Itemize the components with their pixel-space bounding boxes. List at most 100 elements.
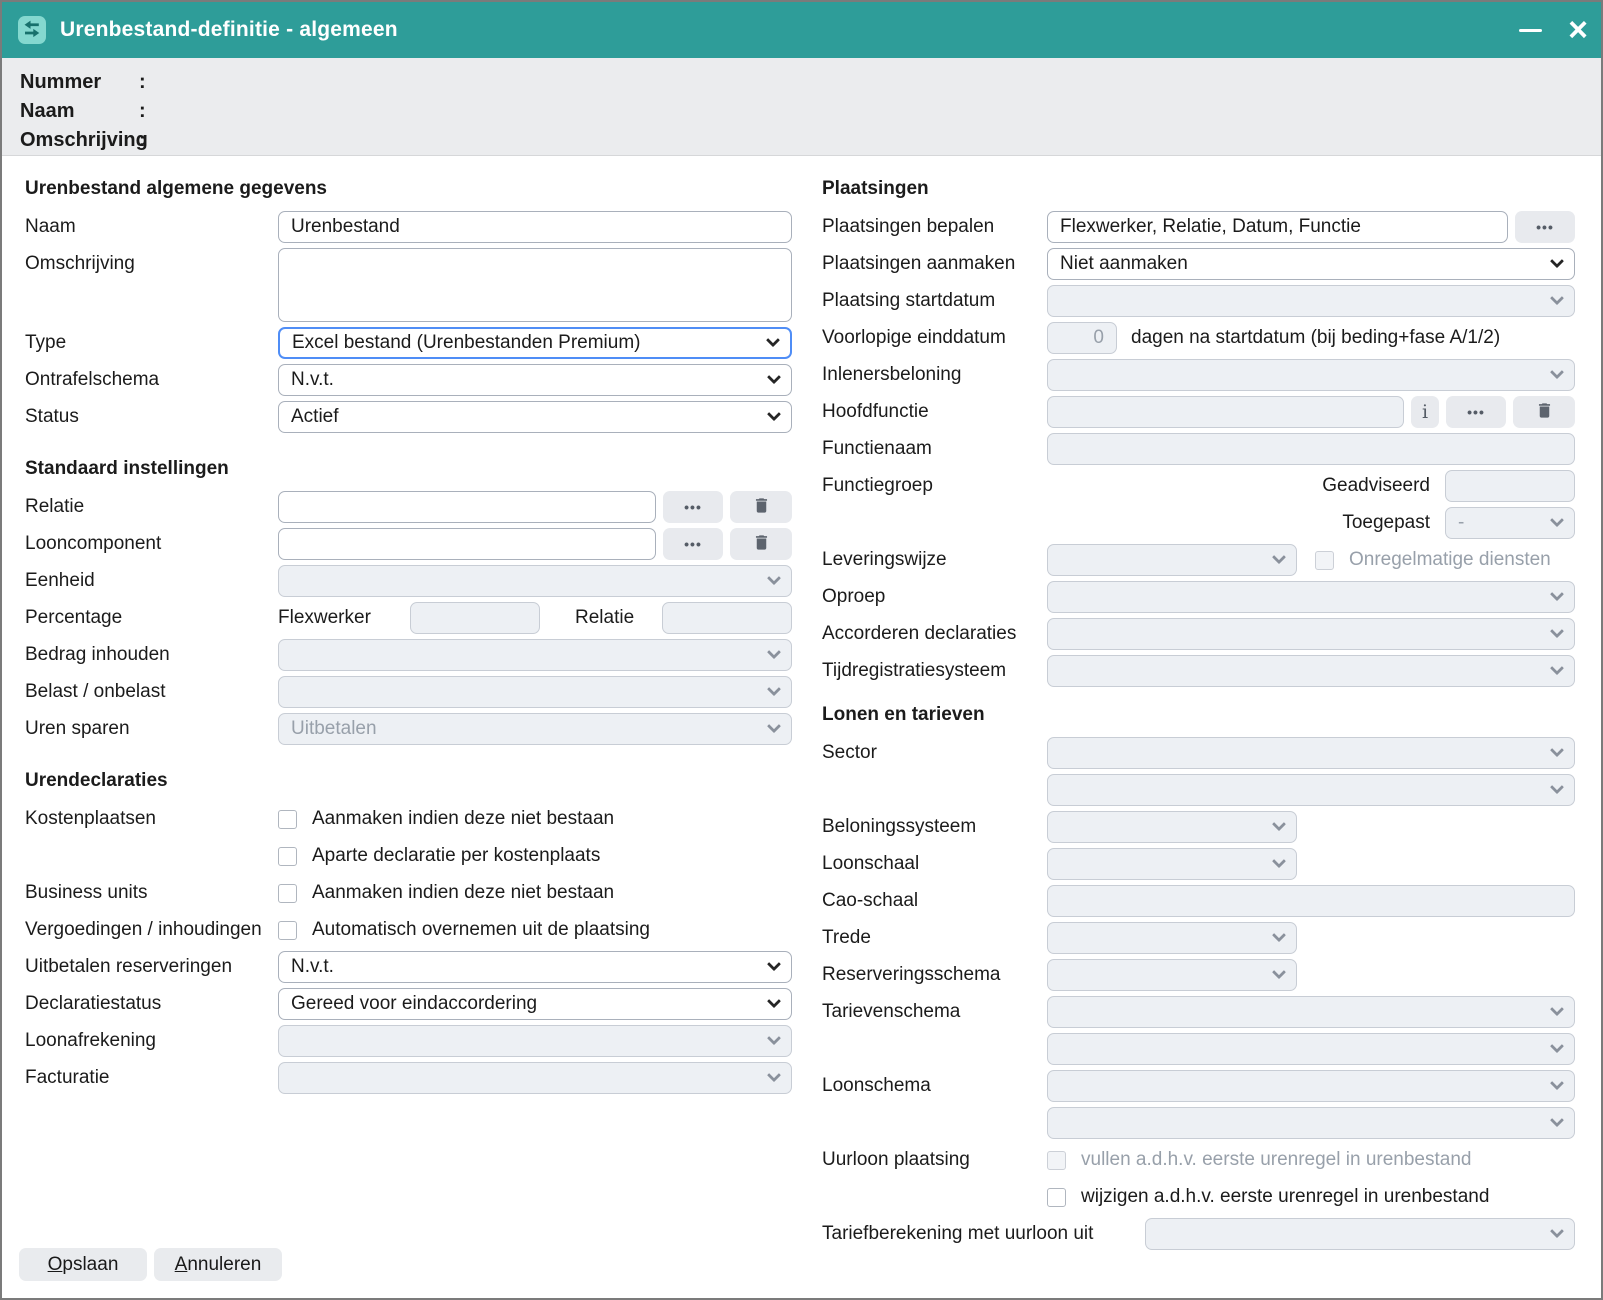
row-omschrijving: Omschrijving xyxy=(25,248,792,322)
looncomponent-input[interactable] xyxy=(278,528,656,560)
plaatsingen-bepalen-input[interactable] xyxy=(1047,211,1508,243)
chevron-down-icon xyxy=(767,994,781,1008)
row-hoofdfunctie: Hoofdfunctie i ••• xyxy=(822,396,1575,428)
leveringswijze-field-label: Leveringswijze xyxy=(822,549,1047,571)
row-percentage: Percentage Flexwerker Relatie xyxy=(25,602,792,634)
vergoedingen-field-label: Vergoedingen / inhoudingen xyxy=(25,919,278,941)
bedrag-inhouden-field-label: Bedrag inhouden xyxy=(25,644,278,666)
hoofdfunctie-info-button[interactable]: i xyxy=(1411,396,1439,428)
plaatsingen-aanmaken-select-value: Niet aanmaken xyxy=(1060,253,1188,275)
leveringswijze-select xyxy=(1047,544,1297,576)
uurloon-plaatsing-field-label: Uurloon plaatsing xyxy=(822,1149,1047,1171)
toegepast-select: - xyxy=(1445,507,1575,539)
chevron-down-icon xyxy=(767,957,781,971)
onregelmatige-diensten-checkbox xyxy=(1315,551,1334,570)
window-title: Urenbestand-definitie - algemeen xyxy=(60,18,1513,42)
minimize-icon xyxy=(1519,29,1542,32)
declaratiestatus-select[interactable]: Gereed voor eindaccordering xyxy=(278,988,792,1020)
close-button[interactable]: × xyxy=(1547,12,1581,48)
plaatsingen-aanmaken-select[interactable]: Niet aanmaken xyxy=(1047,248,1575,280)
tariefberekening-select xyxy=(1145,1218,1575,1250)
dialog-body: Urenbestand algemene gegevens Naam Omsch… xyxy=(2,156,1601,1298)
annuleren-button[interactable]: Annuleren xyxy=(154,1248,282,1281)
hoofdfunctie-clear-button[interactable] xyxy=(1513,396,1575,428)
hoofdfunctie-lookup-button[interactable]: ••• xyxy=(1446,396,1506,428)
kostenplaatsen-aanmaken-checkbox[interactable] xyxy=(278,810,297,829)
naam-input[interactable] xyxy=(278,211,792,243)
status-select[interactable]: Actief xyxy=(278,401,792,433)
row-uurloon-plaatsing-1: Uurloon plaatsing vullen a.d.h.v. eerste… xyxy=(822,1144,1575,1176)
section-title-urendeclaraties: Urendeclaraties xyxy=(25,770,792,792)
loonschema-secondary-select xyxy=(1047,1107,1575,1139)
looncomponent-field-label: Looncomponent xyxy=(25,533,278,555)
omschrijving-field-label: Omschrijving xyxy=(25,248,278,275)
plaatsingen-bepalen-lookup-button[interactable]: ••• xyxy=(1515,211,1575,243)
chevron-down-icon xyxy=(1272,928,1286,942)
chevron-down-icon xyxy=(1550,587,1564,601)
row-kostenplaatsen-1: Kostenplaatsen Aanmaken indien deze niet… xyxy=(25,803,792,835)
opslaan-button[interactable]: Opslaan xyxy=(19,1248,147,1281)
ellipsis-icon: ••• xyxy=(1467,404,1485,420)
tijdregistratiesysteem-select xyxy=(1047,655,1575,687)
functienaam-field-label: Functienaam xyxy=(822,438,1047,460)
trash-icon xyxy=(752,495,771,519)
chevron-down-icon xyxy=(1550,291,1564,305)
toegepast-select-value: - xyxy=(1458,512,1464,534)
chevron-down-icon xyxy=(1550,743,1564,757)
looncomponent-clear-button[interactable] xyxy=(730,528,792,560)
naam-label: Naam xyxy=(20,97,139,126)
omschrijving-textarea[interactable] xyxy=(278,248,792,322)
facturatie-select xyxy=(278,1062,792,1094)
inlenersbeloning-field-label: Inlenersbeloning xyxy=(822,364,1047,386)
row-voorlopige-einddatum: Voorlopige einddatum dagen na startdatum… xyxy=(822,322,1575,354)
tarievenschema-field-label: Tarievenschema xyxy=(822,1001,1047,1023)
chevron-down-icon xyxy=(1550,513,1564,527)
row-tariefberekening: Tariefberekening met uurloon uit xyxy=(822,1218,1575,1250)
relatie-lookup-button[interactable]: ••• xyxy=(663,491,723,523)
row-trede: Trede xyxy=(822,922,1575,954)
voorlopige-einddatum-field-label: Voorlopige einddatum xyxy=(822,327,1047,349)
plaatsing-startdatum-select xyxy=(1047,285,1575,317)
vergoedingen-overnemen-checkbox[interactable] xyxy=(278,921,297,940)
plaatsingen-aanmaken-field-label: Plaatsingen aanmaken xyxy=(822,253,1047,275)
uurloon-wijzigen-checkbox[interactable] xyxy=(1047,1188,1066,1207)
record-header: Nummer : Naam : Omschrijving : xyxy=(2,58,1601,156)
uurloon-vullen-checkbox xyxy=(1047,1151,1066,1170)
row-uitbetalen-reserveringen: Uitbetalen reserveringen N.v.t. xyxy=(25,951,792,983)
row-leveringswijze: Leveringswijze Onregelmatige diensten xyxy=(822,544,1575,576)
ellipsis-icon: ••• xyxy=(684,499,702,515)
tijdregistratiesysteem-field-label: Tijdregistratiesysteem xyxy=(822,660,1047,682)
chevron-down-icon xyxy=(1550,661,1564,675)
row-naam: Naam xyxy=(25,211,792,243)
hoofdfunctie-input xyxy=(1047,396,1404,428)
ontrafelschema-select[interactable]: N.v.t. xyxy=(278,364,792,396)
relatie-input[interactable] xyxy=(278,491,656,523)
row-looncomponent: Looncomponent ••• xyxy=(25,528,792,560)
relatie-field-label: Relatie xyxy=(25,496,278,518)
loonafrekening-select xyxy=(278,1025,792,1057)
omschrijving-colon: : xyxy=(139,126,146,155)
bedrag-inhouden-select xyxy=(278,639,792,671)
aparte-declaratie-checkbox[interactable] xyxy=(278,847,297,866)
chevron-down-icon xyxy=(1550,1002,1564,1016)
uitbetalen-reserveringen-select[interactable]: N.v.t. xyxy=(278,951,792,983)
loonschaal-select xyxy=(1047,848,1297,880)
looncomponent-lookup-button[interactable]: ••• xyxy=(663,528,723,560)
oproep-field-label: Oproep xyxy=(822,586,1047,608)
business-units-aanmaken-checkbox-label: Aanmaken indien deze niet bestaan xyxy=(312,882,614,904)
trede-select xyxy=(1047,922,1297,954)
section-title-standaard-instellingen: Standaard instellingen xyxy=(25,458,792,480)
row-functiegroep-toegepast: Toegepast - xyxy=(822,507,1575,539)
row-loonafrekening: Loonafrekening xyxy=(25,1025,792,1057)
relatie-clear-button[interactable] xyxy=(730,491,792,523)
row-loonschaal: Loonschaal xyxy=(822,848,1575,880)
chevron-down-icon xyxy=(1272,550,1286,564)
row-loonschema-2 xyxy=(822,1107,1575,1139)
percentage-flexwerker-label: Flexwerker xyxy=(278,607,410,629)
type-select[interactable]: Excel bestand (Urenbestanden Premium) xyxy=(278,327,792,359)
chevron-down-icon xyxy=(767,682,781,696)
functiegroep-field-label: Functiegroep xyxy=(822,475,1047,497)
minimize-button[interactable] xyxy=(1513,12,1547,48)
business-units-aanmaken-checkbox[interactable] xyxy=(278,884,297,903)
section-title-plaatsingen: Plaatsingen xyxy=(822,178,1575,200)
